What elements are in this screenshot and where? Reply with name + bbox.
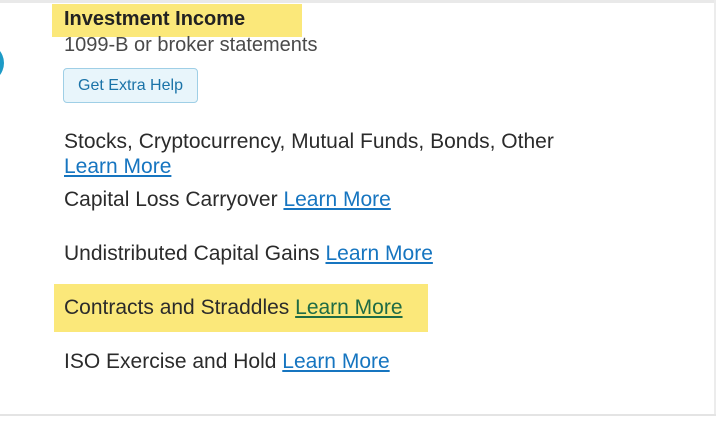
learn-more-link-stocks[interactable]: Learn More bbox=[64, 155, 171, 178]
learn-more-link-undistributed[interactable]: Learn More bbox=[325, 242, 432, 265]
top-divider bbox=[0, 0, 716, 3]
topic-capital-loss-carryover: Capital Loss Carryover Learn More bbox=[64, 188, 391, 212]
learn-more-link-capital-loss[interactable]: Learn More bbox=[283, 188, 390, 211]
section-subtitle: 1099-B or broker statements bbox=[64, 34, 318, 56]
topic-label: Contracts and Straddles bbox=[64, 296, 290, 319]
topic-label: Undistributed Capital Gains bbox=[64, 242, 320, 265]
topic-stocks-link-row: Learn More bbox=[64, 155, 171, 179]
investment-income-icon bbox=[0, 51, 4, 75]
topic-stocks: Stocks, Cryptocurrency, Mutual Funds, Bo… bbox=[64, 130, 554, 154]
topic-label: Capital Loss Carryover bbox=[64, 188, 278, 211]
get-extra-help-button[interactable]: Get Extra Help bbox=[63, 68, 198, 103]
learn-more-link-contracts[interactable]: Learn More bbox=[295, 296, 402, 319]
bottom-divider bbox=[0, 414, 716, 416]
learn-more-link-iso[interactable]: Learn More bbox=[282, 350, 389, 373]
topic-undistributed-capital-gains: Undistributed Capital Gains Learn More bbox=[64, 242, 433, 266]
investment-income-section: Investment Income 1099-B or broker state… bbox=[0, 0, 716, 425]
section-title: Investment Income bbox=[64, 8, 246, 30]
topic-iso-exercise-and-hold: ISO Exercise and Hold Learn More bbox=[64, 350, 390, 374]
topic-contracts-and-straddles: Contracts and Straddles Learn More bbox=[64, 296, 403, 320]
topic-label: ISO Exercise and Hold bbox=[64, 350, 277, 373]
topic-label: Stocks, Cryptocurrency, Mutual Funds, Bo… bbox=[64, 130, 554, 153]
